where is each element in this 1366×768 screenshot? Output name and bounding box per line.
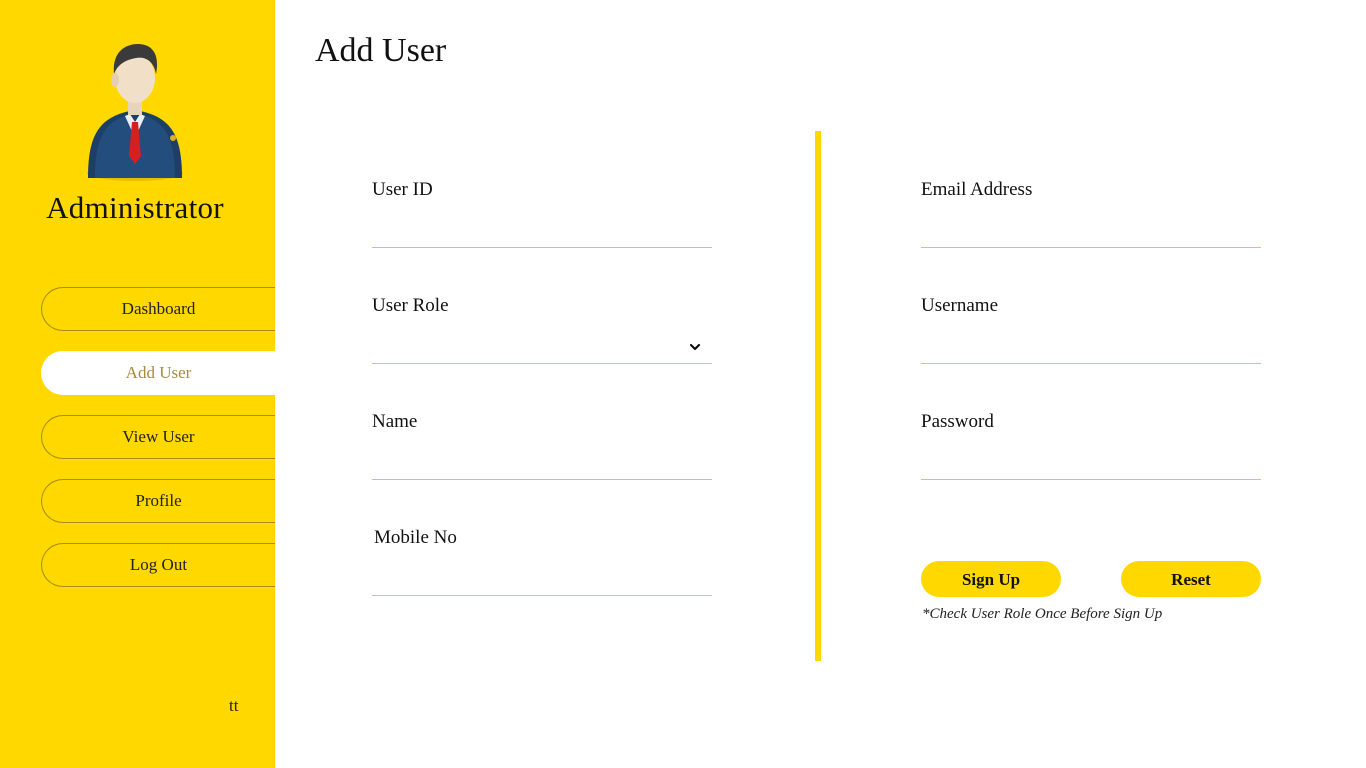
reset-button[interactable]: Reset xyxy=(1121,561,1261,597)
user-id-label: User ID xyxy=(372,179,433,200)
admin-avatar-icon xyxy=(87,44,183,181)
nav-add-user[interactable]: Add User xyxy=(41,351,275,395)
nav-dashboard[interactable]: Dashboard xyxy=(41,287,275,331)
mobile-label: Mobile No xyxy=(374,527,457,548)
form-column-divider xyxy=(815,131,821,661)
chevron-down-icon xyxy=(689,343,701,351)
nav-view-user[interactable]: View User xyxy=(41,415,275,459)
sidebar: Administrator Dashboard Add User View Us… xyxy=(0,0,275,768)
user-role-note: *Check User Role Once Before Sign Up xyxy=(922,606,1163,622)
user-role-select[interactable] xyxy=(372,334,712,364)
user-id-input[interactable] xyxy=(372,218,712,248)
role-title: Administrator xyxy=(46,190,224,225)
sign-up-button[interactable]: Sign Up xyxy=(921,561,1061,597)
name-input[interactable] xyxy=(372,450,712,480)
sidebar-footer-text: tt xyxy=(229,696,239,715)
mobile-input[interactable] xyxy=(372,566,712,596)
email-input[interactable] xyxy=(921,218,1261,248)
nav-profile[interactable]: Profile xyxy=(41,479,275,523)
name-label: Name xyxy=(372,411,418,432)
nav-log-out[interactable]: Log Out xyxy=(41,543,275,587)
username-input[interactable] xyxy=(921,334,1261,364)
password-input[interactable] xyxy=(921,450,1261,480)
email-label: Email Address xyxy=(921,179,1033,200)
username-label: Username xyxy=(921,295,999,316)
password-label: Password xyxy=(921,411,994,432)
user-role-label: User Role xyxy=(372,295,449,316)
page-title: Add User xyxy=(315,32,447,69)
